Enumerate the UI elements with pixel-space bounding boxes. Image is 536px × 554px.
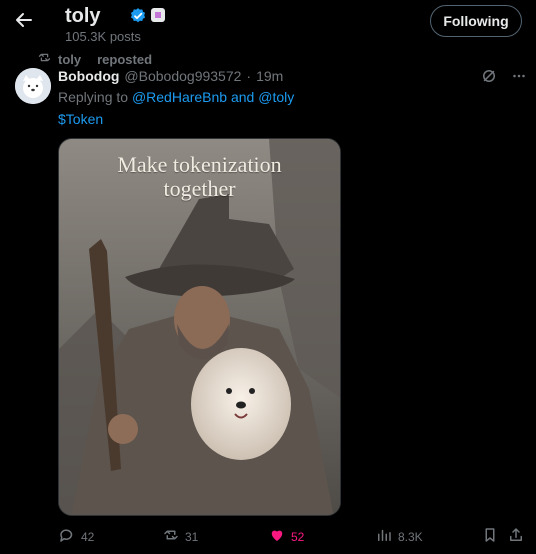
share-icon [507,526,525,547]
replying-to: Replying to @RedHareBnb and @toly [58,89,294,105]
repost-count: 31 [185,529,199,544]
tweet-text[interactable]: $Token [58,111,103,127]
views-count: 8.3K [398,529,423,544]
verified-badge-icon [129,7,147,25]
tweet-actions: 42 31 52 8.3K [58,526,536,546]
profile-name-header: toly [65,5,101,27]
more-icon[interactable] [510,67,528,90]
following-button[interactable]: Following [430,5,522,37]
profile-post-count: 105.3K posts [65,29,141,44]
views-icon [375,526,393,547]
bookmark-action[interactable] [481,526,499,547]
grok-icon[interactable] [480,67,498,90]
bookmark-icon [481,526,499,547]
repost-by-name[interactable]: toly [58,52,81,67]
reply-and: and [230,89,255,105]
like-action[interactable]: 52 [268,526,304,547]
repost-stat-icon [162,526,180,547]
tweet-image[interactable]: Make tokenization together [58,138,341,516]
image-caption-overlay: Make tokenization together [59,153,340,201]
image-caption-line-2: together [163,176,236,201]
tweet-time[interactable]: 19m [256,68,283,84]
repost-indicator: toly reposted [37,50,152,68]
heart-icon [268,526,286,547]
reply-user-link-2[interactable]: @toly [258,89,294,105]
repost-label: reposted [97,51,153,67]
dot-separator: · [246,68,252,84]
reply-action[interactable]: 42 [58,526,94,547]
affiliate-badge-icon [151,8,165,22]
author-handle[interactable]: @Bobodog993572 [124,68,241,84]
repost-icon [37,50,52,68]
tweet-author-row: Bobodog @Bobodog993572 · 19m [58,68,283,84]
views-action[interactable]: 8.3K [375,526,423,547]
like-count: 52 [291,529,305,544]
tweet-menu-icons [480,67,528,90]
back-arrow-icon[interactable] [12,8,36,32]
author-avatar[interactable] [15,68,51,104]
reply-prefix: Replying to [58,89,129,105]
reply-user-link-1[interactable]: @RedHareBnb [132,89,227,105]
share-action[interactable] [507,526,525,547]
reply-count: 42 [81,529,95,544]
author-name[interactable]: Bobodog [58,68,119,84]
image-caption-line-1: Make tokenization [117,152,282,177]
repost-action[interactable]: 31 [162,526,198,547]
reply-icon [58,526,76,547]
